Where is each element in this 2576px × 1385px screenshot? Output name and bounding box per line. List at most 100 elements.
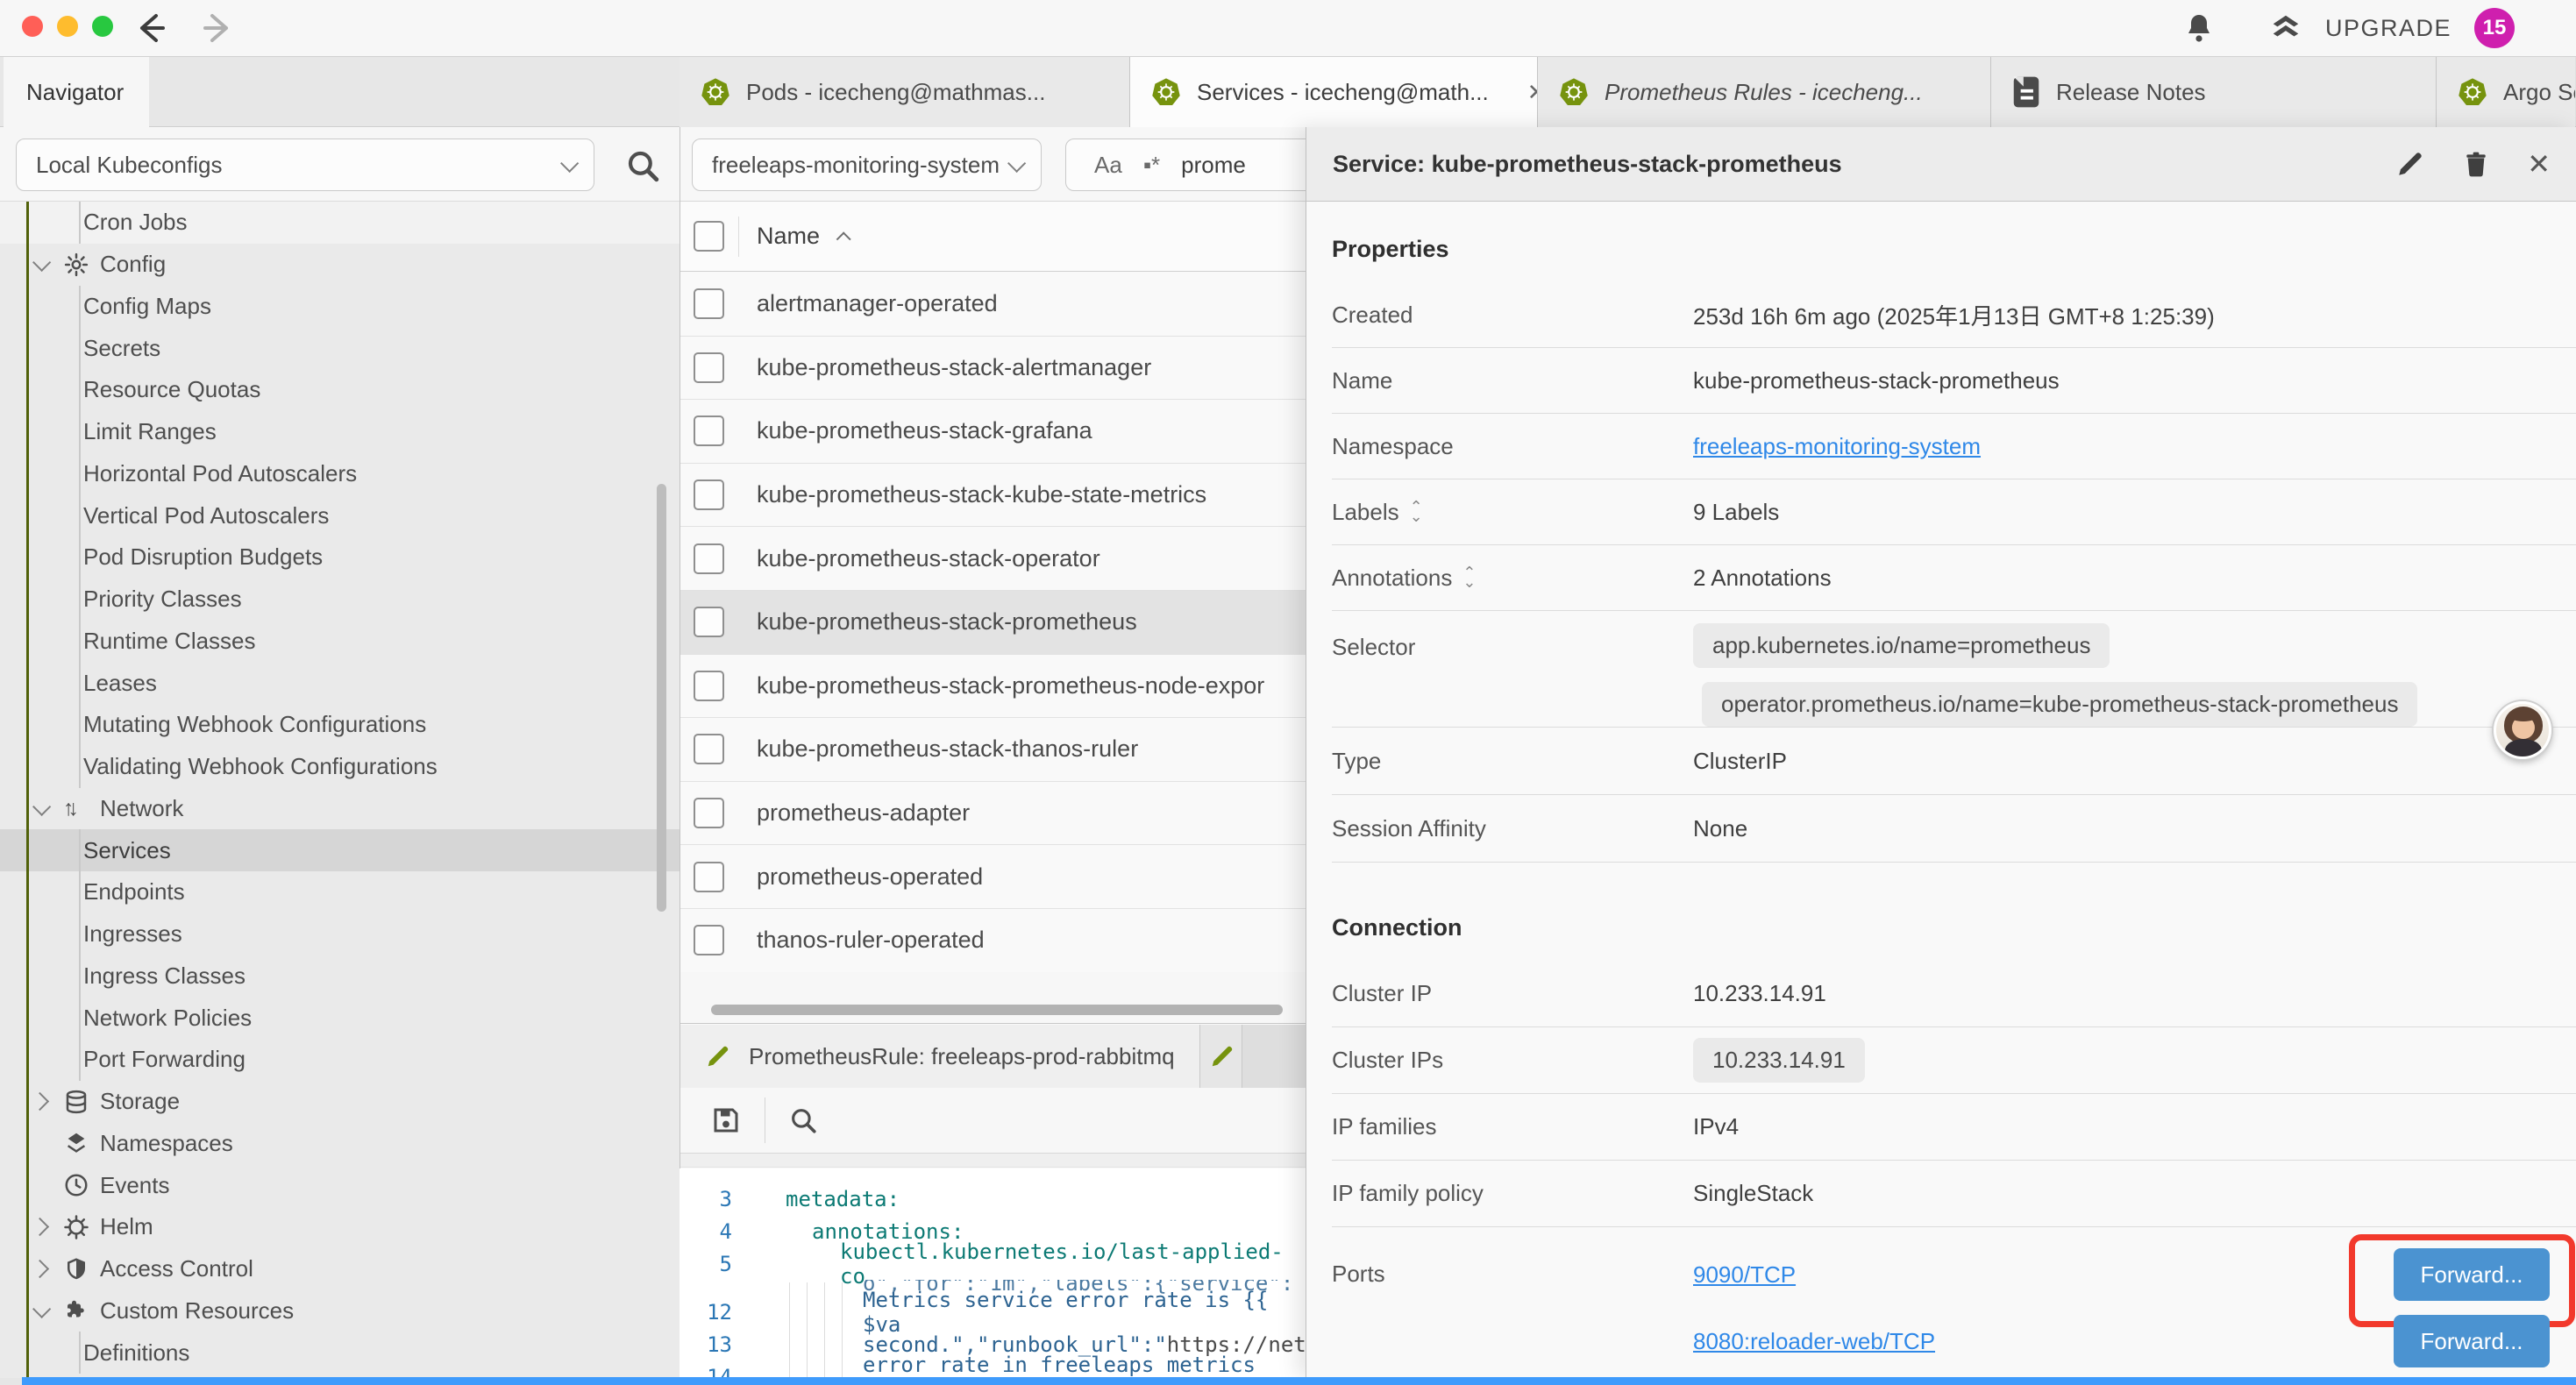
sidebar-tree-item[interactable]: Helm — [0, 1206, 680, 1248]
port-link-8080[interactable]: 8080:reloader-web/TCP — [1693, 1328, 1935, 1355]
row-checkbox[interactable] — [694, 925, 724, 955]
tree-chevron-icon[interactable] — [33, 802, 63, 815]
sidebar-tree-item[interactable]: Port Forwarding — [0, 1039, 680, 1081]
sidebar-tree-item[interactable]: Ingresses — [0, 913, 680, 955]
sidebar-tree-item[interactable]: Ingress Classes — [0, 955, 680, 998]
table-row[interactable]: alertmanager-operated — [680, 273, 1306, 337]
sidebar-tree-item[interactable]: Limit Ranges — [0, 411, 680, 453]
namespace-select[interactable]: freeleaps-monitoring-system — [692, 138, 1042, 191]
yaml-editor[interactable]: 3 metadata: 4 annotations: 5 kubectl.kub… — [680, 1168, 1306, 1377]
sidebar-tree-item[interactable]: Storage — [0, 1081, 680, 1123]
editor-tab-prometheusrule[interactable]: PrometheusRule: freeleaps-prod-rabbitmq — [680, 1025, 1200, 1088]
upgrade-label[interactable]: UPGRADE — [2325, 15, 2451, 42]
row-checkbox[interactable] — [694, 798, 724, 828]
forward-port-button[interactable]: Forward... — [2394, 1315, 2550, 1367]
user-avatar[interactable] — [2494, 701, 2551, 759]
notification-count-badge[interactable]: 15 — [2474, 8, 2515, 48]
select-all-checkbox[interactable] — [694, 221, 724, 252]
sidebar-tree-item[interactable]: Pod Disruption Budgets — [0, 536, 680, 579]
table-hscrollbar[interactable] — [711, 1005, 1283, 1015]
row-checkbox[interactable] — [694, 671, 724, 701]
tab-argo[interactable]: Argo Se — [2437, 57, 2575, 127]
back-icon[interactable] — [132, 9, 170, 47]
sidebar-tree-item[interactable]: Config — [0, 244, 680, 286]
sidebar-tree-item[interactable]: Runtime Classes — [0, 621, 680, 663]
table-row[interactable]: kube-prometheus-stack-prometheus — [680, 591, 1306, 655]
table-row[interactable]: prometheus-operated — [680, 845, 1306, 909]
sidebar-tree-item[interactable]: Endpoints — [0, 871, 680, 913]
tree-chevron-icon[interactable] — [33, 1095, 63, 1108]
notifications-bell-icon[interactable] — [2183, 11, 2215, 45]
sidebar-tree-item[interactable]: Secrets — [0, 327, 680, 369]
match-case-toggle[interactable]: Aa — [1094, 152, 1122, 179]
table-row[interactable]: kube-prometheus-stack-operator — [680, 527, 1306, 591]
table-row[interactable]: kube-prometheus-stack-thanos-ruler — [680, 718, 1306, 782]
row-checkbox[interactable] — [694, 352, 724, 383]
table-row[interactable]: thanos-ruler-operated — [680, 909, 1306, 973]
tab-services[interactable]: Services - icecheng@math... ✕ — [1130, 57, 1538, 127]
resource-search-input[interactable]: Aa ▪* prome — [1065, 138, 1328, 191]
sidebar-tree-item[interactable]: ↑↓ Network — [0, 788, 680, 830]
zoom-window-button[interactable] — [92, 16, 113, 37]
row-checkbox[interactable] — [694, 607, 724, 637]
expand-toggle-icon[interactable]: ⌃⌄ — [1462, 568, 1476, 587]
close-tab-icon[interactable]: ✕ — [1527, 79, 1538, 106]
upgrade-icon[interactable] — [2269, 11, 2302, 45]
sidebar-tree-item[interactable]: Cron Jobs — [0, 202, 680, 244]
port-link-9090[interactable]: 9090/TCP — [1693, 1261, 1796, 1289]
editor-tab-fragment[interactable] — [1200, 1025, 1242, 1088]
table-row[interactable]: kube-prometheus-stack-grafana — [680, 400, 1306, 464]
row-checkbox[interactable] — [694, 862, 724, 892]
tab-pods[interactable]: Pods - icecheng@mathmas... — [680, 57, 1130, 127]
table-row[interactable]: prometheus-adapter — [680, 782, 1306, 846]
sidebar-tree-item[interactable]: Resource Quotas — [0, 369, 680, 411]
sidebar-tree-item[interactable]: Namespaces — [0, 1123, 680, 1165]
sidebar-tree-item[interactable]: Definitions — [0, 1332, 680, 1374]
tree-chevron-icon[interactable] — [33, 1304, 63, 1318]
close-window-button[interactable] — [22, 16, 43, 37]
column-name[interactable]: Name — [757, 223, 820, 250]
editor-search-icon[interactable] — [788, 1105, 818, 1135]
table-row[interactable]: kube-prometheus-stack-prometheus-node-ex… — [680, 655, 1306, 719]
tree-chevron-icon[interactable] — [33, 1220, 63, 1233]
close-icon[interactable]: ✕ — [2527, 147, 2551, 181]
sidebar-tree-item[interactable]: Events — [0, 1164, 680, 1206]
sort-ascending-icon[interactable] — [836, 231, 851, 246]
document-tabbar: Pods - icecheng@mathmas... Services - ic… — [680, 57, 2576, 127]
sidebar-scrollbar[interactable] — [657, 484, 666, 912]
navigator-tab[interactable]: Navigator — [4, 57, 149, 127]
edit-icon[interactable] — [2395, 149, 2425, 179]
namespace-link[interactable]: freeleaps-monitoring-system — [1693, 433, 1981, 460]
sidebar-tree-item[interactable]: Custom Resources — [0, 1290, 680, 1332]
save-icon[interactable] — [710, 1104, 742, 1136]
tree-chevron-icon[interactable] — [33, 1262, 63, 1275]
sidebar-tree-item[interactable]: Priority Classes — [0, 579, 680, 621]
sidebar-tree-item[interactable]: Horizontal Pod Autoscalers — [0, 453, 680, 495]
sidebar-search-icon[interactable] — [624, 147, 661, 184]
sidebar-tree-item[interactable]: Validating Webhook Configurations — [0, 746, 680, 788]
sidebar-tree-item[interactable]: Access Control — [0, 1248, 680, 1290]
delete-trash-icon[interactable] — [2462, 148, 2490, 180]
sidebar-tree-item[interactable]: Config Maps — [0, 286, 680, 328]
row-checkbox[interactable] — [694, 479, 724, 510]
forward-icon[interactable] — [198, 9, 237, 47]
sidebar-tree-item[interactable]: Vertical Pod Autoscalers — [0, 494, 680, 536]
kubernetes-icon — [1559, 77, 1589, 107]
row-checkbox[interactable] — [694, 288, 724, 319]
sidebar-tree-item[interactable]: Leases — [0, 662, 680, 704]
tab-prometheus-rules[interactable]: Prometheus Rules - icecheng... — [1538, 57, 1991, 127]
minimize-window-button[interactable] — [57, 16, 78, 37]
kubeconfig-select[interactable]: Local Kubeconfigs — [16, 138, 594, 191]
tree-chevron-icon[interactable] — [33, 258, 63, 271]
row-checkbox[interactable] — [694, 543, 724, 574]
sidebar-tree-item[interactable]: Network Policies — [0, 997, 680, 1039]
row-checkbox[interactable] — [694, 416, 724, 446]
regex-toggle[interactable]: ▪* — [1143, 152, 1160, 179]
row-checkbox[interactable] — [694, 734, 724, 764]
expand-toggle-icon[interactable]: ⌃⌄ — [1410, 502, 1423, 522]
table-row[interactable]: kube-prometheus-stack-kube-state-metrics — [680, 464, 1306, 528]
table-row[interactable]: kube-prometheus-stack-alertmanager — [680, 337, 1306, 401]
sidebar-tree-item[interactable]: Services — [0, 829, 680, 871]
tab-release-notes[interactable]: Release Notes — [1991, 57, 2437, 127]
sidebar-tree-item[interactable]: Mutating Webhook Configurations — [0, 704, 680, 746]
